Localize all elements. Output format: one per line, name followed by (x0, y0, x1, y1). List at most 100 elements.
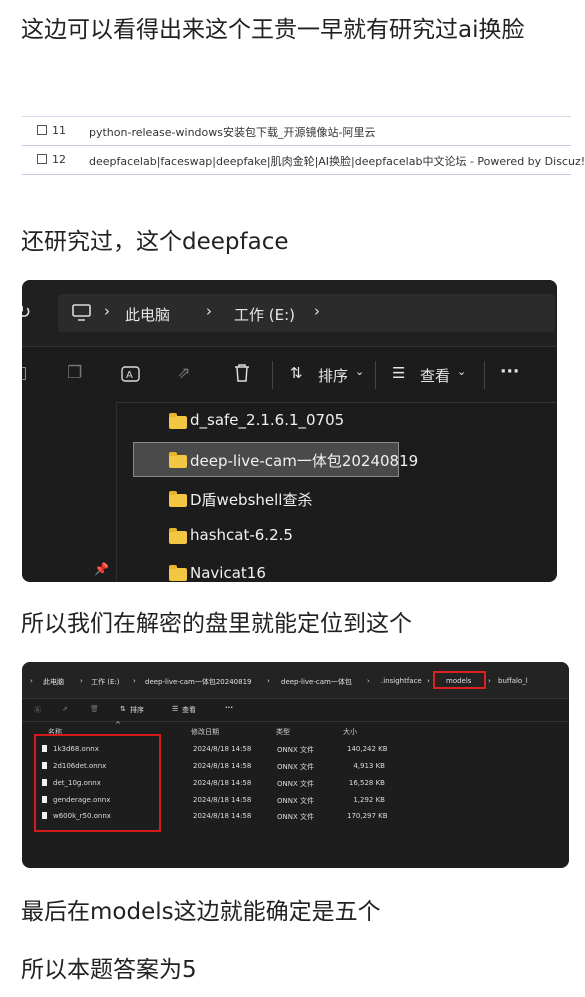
delete-icon[interactable] (233, 363, 251, 383)
paragraph-models: 最后在models这边就能确定是五个 (21, 899, 381, 925)
share-icon[interactable]: ⇗ (62, 705, 68, 713)
folder-icon (169, 565, 187, 581)
chevron-right-icon: › (488, 677, 491, 685)
delete-icon[interactable]: 🗑 (90, 705, 99, 713)
address-bar-area: ↻ › 此电脑 › 工作 (E:) › (22, 280, 557, 347)
more-options-button[interactable]: ··· (225, 704, 233, 712)
chevron-right-icon: › (104, 302, 110, 320)
file-date: 2024/8/18 14:58 (193, 762, 252, 770)
command-bar: ▯ ❐ A ⇗ ⇅ 排序 ⌄ ☰ 查看 ⌄ ··· (22, 347, 557, 403)
folder-item-selected[interactable]: deep-live-cam一体包20240819 (190, 450, 418, 471)
explorer-screenshot-models: › 此电脑 › 工作 (E:) › deep-live-cam一体包202408… (22, 662, 569, 868)
paragraph-deepface: 还研究过，这个deepface (21, 229, 289, 255)
sort-button[interactable]: 排序 (318, 365, 348, 386)
file-type: ONNX 文件 (277, 763, 315, 771)
history-title[interactable]: deepfacelab|faceswap|deepfake|肌肉金轮|AI换脸|… (89, 153, 585, 169)
checkbox[interactable] (37, 154, 47, 164)
toolbar-divider (375, 361, 376, 389)
history-number: 11 (52, 124, 66, 137)
folder-item[interactable]: D盾webshell查杀 (190, 489, 312, 510)
toolbar-divider (484, 361, 485, 389)
history-row[interactable]: 11 python-release-windows安装包下载_开源镜像站-阿里云 (22, 116, 571, 146)
more-options-button[interactable]: ··· (500, 362, 519, 382)
folder-icon (169, 452, 187, 468)
view-icon: ☰ (172, 705, 179, 713)
chevron-right-icon: › (133, 677, 136, 685)
folder-item[interactable]: Navicat16 (190, 564, 266, 582)
file-name[interactable]: det_10g.onnx (53, 779, 101, 787)
file-size: 140,242 KB (347, 745, 388, 753)
breadcrumb-drive-e[interactable]: 工作 (E:) (91, 677, 119, 687)
history-row[interactable]: 12 deepfacelab|faceswap|deepfake|肌肉金轮|AI… (22, 146, 585, 175)
chevron-down-icon: ⌄ (355, 365, 365, 378)
paragraph-intro: 这边可以看得出来这个王贵一早就有研究过ai换脸 (21, 17, 525, 43)
copy-icon[interactable]: ❐ (67, 363, 82, 383)
file-icon (42, 796, 47, 803)
svg-text:A: A (126, 370, 133, 381)
breadcrumb-deep-live-cam[interactable]: deep-live-cam一体包20240819 (145, 677, 251, 687)
refresh-icon[interactable]: ↻ (22, 302, 31, 323)
browser-history-list: 11 python-release-windows安装包下载_开源镜像站-阿里云… (22, 116, 585, 175)
computer-icon (72, 304, 91, 321)
sort-icon: ⇅ (120, 705, 126, 713)
pin-icon: 📌 (94, 562, 109, 576)
file-type: ONNX 文件 (277, 746, 315, 754)
file-name[interactable]: 2d106det.onnx (53, 762, 106, 770)
explorer-screenshot-drive-e: ↻ › 此电脑 › 工作 (E:) › ▯ ❐ A ⇗ ⇅ 排序 ⌄ ☰ 查看 (22, 280, 557, 582)
share-icon[interactable]: ⇗ (177, 363, 190, 382)
checkbox[interactable] (37, 125, 47, 135)
chevron-right-icon: › (367, 677, 370, 685)
breadcrumb-this-pc[interactable]: 此电脑 (125, 304, 170, 325)
address-bar[interactable]: › 此电脑 › 工作 (E:) › (58, 294, 555, 332)
paragraph-answer: 所以本题答案为5 (21, 957, 197, 983)
breadcrumb-insightface[interactable]: .insightface (381, 677, 422, 685)
chevron-down-icon: ⌄ (457, 365, 467, 378)
red-highlight-box (433, 671, 486, 689)
view-button[interactable]: 查看 (182, 705, 196, 715)
chevron-right-icon: › (427, 677, 430, 685)
file-type: ONNX 文件 (277, 780, 315, 788)
chevron-right-icon: › (206, 302, 212, 320)
address-bar[interactable]: › 此电脑 › 工作 (E:) › deep-live-cam一体包202408… (22, 662, 569, 699)
paste-icon[interactable]: ▯ (22, 363, 27, 383)
chevron-right-icon: › (314, 302, 320, 320)
rename-icon[interactable]: Ⓐ (34, 705, 41, 715)
breadcrumb-deep-live-cam-inner[interactable]: deep-live-cam一体包 (281, 677, 352, 687)
column-header-date[interactable]: 修改日期 (191, 727, 219, 737)
column-header-type[interactable]: 类型 (276, 727, 290, 737)
folder-item[interactable]: hashcat-6.2.5 (190, 526, 293, 544)
view-icon: ☰ (392, 364, 406, 382)
file-icon (42, 779, 47, 786)
column-header-size[interactable]: 大小 (343, 727, 357, 737)
file-name[interactable]: w600k_r50.onnx (53, 812, 111, 820)
history-title[interactable]: python-release-windows安装包下载_开源镜像站-阿里云 (89, 124, 375, 140)
view-button[interactable]: 查看 (420, 365, 450, 386)
folder-icon (169, 528, 187, 544)
file-date: 2024/8/18 14:58 (193, 779, 252, 787)
chevron-right-icon: › (30, 677, 33, 685)
sort-button[interactable]: 排序 (130, 705, 144, 715)
file-size: 1,292 KB (353, 796, 385, 804)
file-name[interactable]: genderage.onnx (53, 796, 110, 804)
file-size: 170,297 KB (347, 812, 388, 820)
file-icon (42, 812, 47, 819)
breadcrumb-buffalo-l[interactable]: buffalo_l (498, 677, 528, 685)
chevron-right-icon: › (267, 677, 270, 685)
file-icon (42, 762, 47, 769)
folder-icon (169, 413, 187, 429)
file-date: 2024/8/18 14:58 (193, 796, 252, 804)
navigation-pane[interactable]: 📌 (22, 402, 117, 582)
rename-icon[interactable]: A (121, 364, 141, 384)
file-date: 2024/8/18 14:58 (193, 745, 252, 753)
file-date: 2024/8/18 14:58 (193, 812, 252, 820)
file-type: ONNX 文件 (277, 797, 315, 805)
command-bar: Ⓐ ⇗ 🗑 ⇅ 排序 ☰ 查看 ··· (22, 699, 569, 722)
history-number: 12 (52, 153, 66, 166)
chevron-right-icon: › (80, 677, 83, 685)
file-icon (42, 745, 47, 752)
breadcrumb-this-pc[interactable]: 此电脑 (43, 677, 64, 687)
file-name[interactable]: 1k3d68.onnx (53, 745, 99, 753)
paragraph-locate: 所以我们在解密的盘里就能定位到这个 (21, 611, 412, 637)
folder-item[interactable]: d_safe_2.1.6.1_0705 (190, 411, 344, 429)
breadcrumb-drive-e[interactable]: 工作 (E:) (234, 304, 295, 325)
